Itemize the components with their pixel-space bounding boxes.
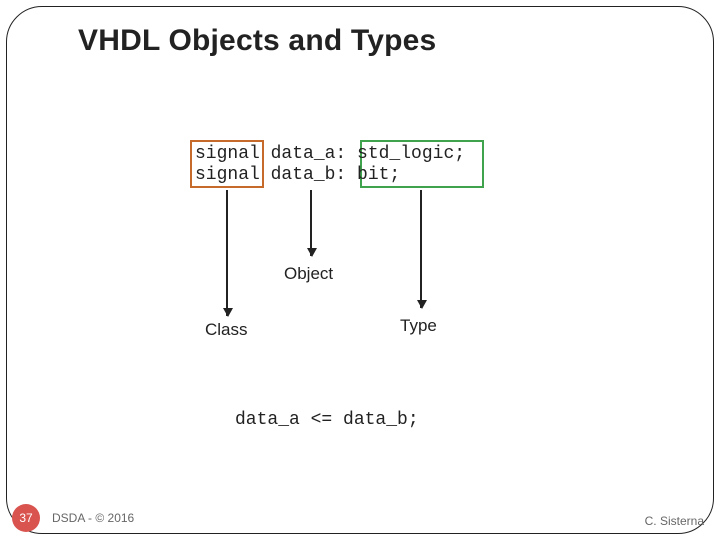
footer-copyright: DSDA - © 2016: [52, 511, 134, 525]
arrow-to-object: [310, 190, 312, 256]
label-type: Type: [400, 316, 437, 336]
label-class: Class: [205, 320, 248, 340]
slide: VHDL Objects and Types signal data_a: st…: [0, 0, 720, 540]
code-line-2: signal data_b: bit;: [195, 165, 400, 185]
slide-title: VHDL Objects and Types: [78, 24, 436, 58]
arrow-to-type: [420, 190, 422, 308]
code-line-1: signal data_a: std_logic;: [195, 144, 465, 164]
footer-author: C. Sisterna: [645, 514, 704, 528]
code-assignment: data_a <= data_b;: [235, 410, 419, 430]
page-number-badge: 37: [12, 504, 40, 532]
arrow-to-class: [226, 190, 228, 316]
footer-left-wrap: 37 DSDA - © 2016: [12, 504, 134, 532]
label-object: Object: [284, 264, 333, 284]
rounded-frame: [6, 6, 714, 534]
